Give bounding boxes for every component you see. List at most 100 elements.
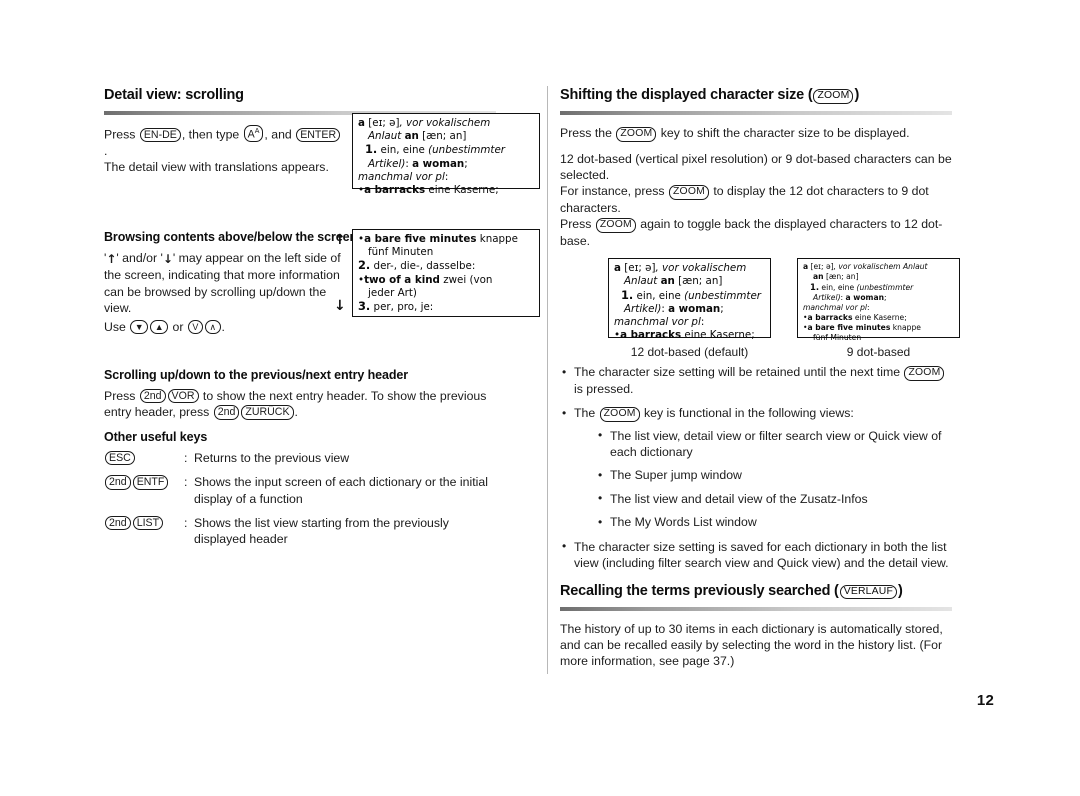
key-row-2nd-entf: 2nd ENTF : Shows the input screen of each…	[104, 474, 496, 507]
key-2nd-a[interactable]: 2nd	[139, 388, 166, 404]
other-useful-keys-heading: Other useful keys	[104, 429, 208, 444]
zoom-p1-post: key to shift the character size to be di…	[657, 126, 910, 141]
key-page-down[interactable]: V	[187, 319, 203, 334]
key-zuruck[interactable]: ZURÜCK	[241, 405, 294, 420]
zoom-views-sublist: The list view, detail view or filter sea…	[596, 427, 952, 531]
page-number: 12	[976, 692, 994, 709]
manual-page: Detail view: scrolling Press EN-DE, then…	[0, 0, 1080, 796]
bullet-1-pre: The	[574, 406, 599, 421]
key-entf[interactable]: ENTF	[132, 475, 169, 490]
arrow-down-icon: ↓	[162, 251, 173, 266]
lcd-line: Anlaut an [æn; an]	[624, 275, 723, 288]
dot-size-comparison-figure: a [eɪ; ə], vor vokalischem Anlaut an [æn…	[608, 258, 960, 360]
bullet-1-post: key is functional in the following views…	[640, 406, 854, 421]
lcd-line: 1. ein, eine (unbestimmter	[810, 282, 914, 293]
scroll-down-arrow-icon: ↓	[334, 298, 346, 314]
key-zoom-4[interactable]: ZOOM	[904, 366, 945, 381]
list-item: The list view and detail view of the Zus…	[596, 490, 952, 507]
key-zoom-3[interactable]: ZOOM	[595, 218, 636, 233]
key-2nd-d[interactable]: 2nd	[105, 515, 131, 531]
lcd-line: manchmal vor pl:	[614, 316, 705, 329]
lcd-line: 1. ein, eine (unbestimmter	[621, 287, 762, 302]
then-type-label: , then type	[181, 127, 243, 142]
key-description: Returns to the previous view	[194, 450, 350, 465]
zoom-heading-pre: Shifting the displayed character size (	[560, 87, 813, 103]
arrow-up-icon: ↑	[106, 251, 117, 266]
key-verlauf[interactable]: VERLAUF	[839, 584, 898, 599]
key-page-up[interactable]: ∧	[204, 319, 221, 334]
lcd-line: •a bare five minutes knappe	[803, 323, 921, 333]
lcd-line: Artikel): a woman;	[624, 302, 724, 315]
lcd-line: jeder Art)	[368, 286, 417, 299]
key-vor[interactable]: VOR	[167, 388, 199, 404]
and-or-label: ' and/or '	[116, 250, 163, 265]
recall-section-heading: Recalling the terms previously searched …	[560, 582, 952, 604]
browsing-contents-text: '↑' and/or '↓' may appear on the left si…	[104, 250, 344, 317]
list-item: The list view, detail view or filter sea…	[596, 427, 952, 461]
row-colon: :	[184, 450, 188, 465]
key-esc[interactable]: ESC	[105, 450, 135, 466]
detail-view-instructions: Press EN-DE, then type AA, and ENTER. Th…	[104, 125, 344, 176]
key-zoom-heading[interactable]: ZOOM	[813, 89, 854, 104]
lcd-line: Artikel): a woman;	[813, 293, 887, 303]
zoom-description-text: 12 dot-based (vertical pixel resolution)…	[560, 151, 952, 250]
lcd-line: 2. der-, die-, dasselbe:	[358, 258, 476, 273]
key-list[interactable]: LIST	[132, 515, 164, 531]
right-column: Shifting the displayed character size (Z…	[560, 86, 960, 679]
list-item: The ZOOM key is functional in the follow…	[560, 405, 952, 531]
and-label: , and	[264, 127, 296, 142]
figure-caption-12-dot: 12 dot-based (default)	[630, 345, 749, 360]
scroll-up-arrow-icon: ↑	[334, 232, 346, 248]
zoom-p2-line3-pre: Press	[560, 217, 595, 232]
browsing-use-keys-line: Use ▼ ▲ or V ∧.	[104, 319, 344, 335]
press-label-2: Press	[104, 388, 139, 403]
heading-rule	[560, 606, 952, 611]
recall-section: Recalling the terms previously searched …	[560, 582, 952, 611]
lcd-line: •a barracks eine Kaserne;	[803, 313, 907, 323]
recall-heading-pre: Recalling the terms previously searched …	[560, 582, 839, 599]
list-item: The My Words List window	[596, 514, 952, 531]
key-down-filled[interactable]: ▼	[130, 319, 149, 334]
lcd-12-dot-screenshot: a [eɪ; ə], vor vokalischem Anlaut an [æn…	[608, 258, 771, 341]
key-cell: 2nd LIST	[104, 515, 184, 531]
zoom-p1-pre: Press the	[560, 126, 616, 141]
row-colon: :	[184, 475, 188, 490]
lcd-line: fünf Minuten	[368, 246, 434, 259]
lcd-line: •a barracks eine Kaserne;	[358, 184, 499, 197]
recall-heading-post: )	[898, 582, 903, 599]
key-row-esc: ESC : Returns to the previous view	[104, 450, 496, 466]
key-a-superscript[interactable]: AA	[243, 125, 264, 143]
zoom-notes-list: The character size setting will be retai…	[560, 364, 952, 571]
lcd-line: a [eɪ; ə], vor vokalischem	[614, 262, 747, 275]
figure-caption-9-dot: 9 dot-based	[846, 345, 911, 360]
zoom-heading-post: )	[854, 87, 860, 103]
lcd-line: an [æn; an]	[813, 272, 859, 282]
figure-9-dot: a [eɪ; ə], vor vokalischem Anlaut an [æn…	[797, 258, 960, 360]
key-2nd-b[interactable]: 2nd	[213, 405, 240, 420]
key-en-de[interactable]: EN-DE	[139, 127, 181, 143]
lcd-line: a [eɪ; ə], vor vokalischem Anlaut	[803, 262, 928, 272]
or-label: or	[169, 319, 187, 334]
sentence-end: .	[104, 144, 108, 159]
scrolling-end: .	[294, 405, 298, 420]
list-item: The character size setting will be retai…	[560, 364, 952, 397]
key-up-filled[interactable]: ▲	[150, 319, 169, 334]
bullet-0-post: is pressed.	[574, 381, 634, 396]
key-zoom-1[interactable]: ZOOM	[616, 127, 657, 142]
zoom-intro-text: Press the ZOOM key to shift the characte…	[560, 125, 952, 142]
key-enter[interactable]: ENTER	[296, 127, 341, 143]
column-divider	[547, 86, 548, 674]
zoom-section: Shifting the displayed character size (Z…	[560, 86, 952, 116]
detail-view-result-line: The detail view with translations appear…	[104, 160, 329, 175]
lcd-line: fünf Minuten	[813, 333, 862, 343]
lcd-line: •a bare five minutes knappe	[358, 233, 518, 245]
key-2nd-c[interactable]: 2nd	[105, 475, 131, 490]
press-label: Press	[104, 127, 139, 142]
figure-12-dot: a [eɪ; ə], vor vokalischem Anlaut an [æn…	[608, 258, 771, 360]
use-label: Use	[104, 319, 130, 334]
key-zoom-2[interactable]: ZOOM	[668, 185, 709, 200]
row-colon: :	[184, 515, 188, 530]
detail-view-scrolling-section: Detail view: scrolling	[104, 86, 496, 116]
heading-rule	[560, 111, 952, 116]
key-zoom-5[interactable]: ZOOM	[599, 407, 640, 422]
